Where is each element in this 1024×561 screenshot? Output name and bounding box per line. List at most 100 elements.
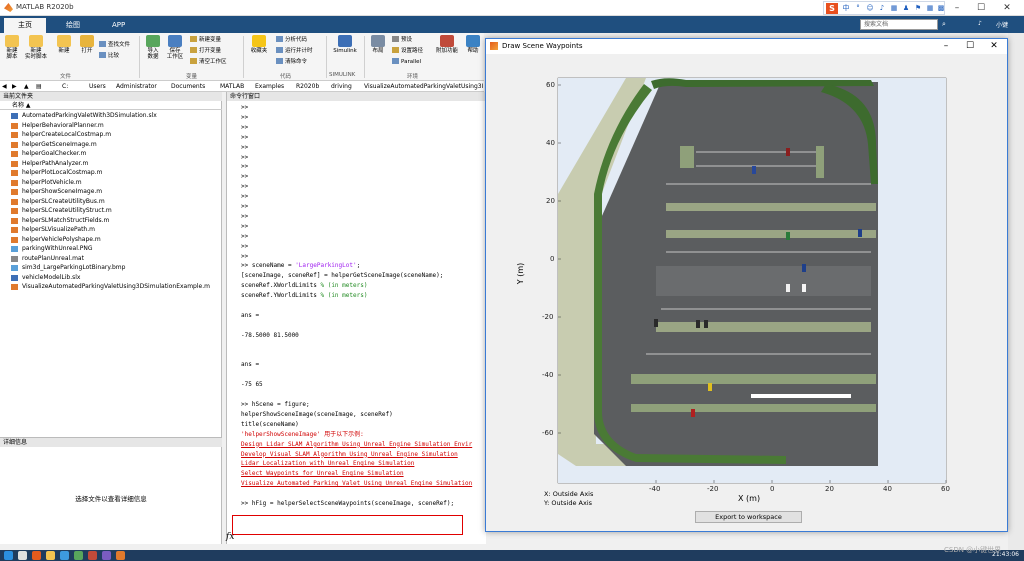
up-folder-icon[interactable]: ▲: [24, 81, 29, 92]
open-button[interactable]: 打开: [76, 35, 98, 54]
start-icon[interactable]: [4, 551, 13, 560]
ime-item[interactable]: 中: [841, 3, 851, 14]
breadcrumb-item[interactable]: Users: [89, 81, 106, 92]
file-list-item[interactable]: helperVehiclePolyshape.m: [0, 235, 222, 245]
ime-item[interactable]: ☺: [865, 3, 875, 14]
breadcrumb-item[interactable]: C:: [62, 81, 68, 92]
example-link[interactable]: Design Lidar SLAM Algorithm Using Unreal…: [241, 440, 472, 450]
set-path-button[interactable]: 设置路径: [392, 47, 423, 55]
parallel-dropdown[interactable]: Parallel: [392, 58, 421, 66]
clear-workspace-button[interactable]: 清空工作区: [190, 58, 227, 66]
app-icon[interactable]: [32, 551, 41, 560]
file-list-item[interactable]: helperGetSceneImage.m: [0, 140, 222, 150]
file-list-item[interactable]: vehicleModelLib.slx: [0, 273, 222, 283]
browse-folder-icon[interactable]: ▤: [36, 81, 42, 92]
app-icon[interactable]: [102, 551, 111, 560]
run-timing-button[interactable]: 运行并计时: [276, 47, 313, 55]
app-icon[interactable]: [88, 551, 97, 560]
tab-plots[interactable]: 绘图: [52, 18, 94, 33]
compare-button[interactable]: 比较: [99, 52, 119, 60]
export-to-workspace-button[interactable]: Export to workspace: [695, 511, 802, 523]
ime-item[interactable]: °: [853, 3, 863, 14]
search-icon[interactable]: ⌕: [942, 20, 946, 29]
save-workspace-button[interactable]: 保存 工作区: [164, 35, 186, 60]
tab-home[interactable]: 主页: [4, 18, 46, 33]
help-button[interactable]: 帮助: [463, 35, 483, 54]
bell-icon[interactable]: ♪: [978, 20, 982, 27]
ime-item[interactable]: ♟: [901, 3, 911, 14]
maximize-icon[interactable]: ☐: [958, 39, 982, 54]
file-list-item[interactable]: HelperPathAnalyzer.m: [0, 159, 222, 169]
file-list-item[interactable]: HelperBehavioralPlanner.m: [0, 121, 222, 131]
file-list-item[interactable]: VisualizeAutomatedParkingValetUsing3DSim…: [0, 282, 222, 292]
figure-window[interactable]: Draw Scene Waypoints – ☐ ✕ -40 -20 0 20 …: [485, 38, 1008, 532]
breadcrumb-item[interactable]: driving: [331, 81, 352, 92]
matlab-taskbar-icon[interactable]: [116, 551, 125, 560]
address-bar[interactable]: ◀ ▶ ▲ ▤ C: Users Administrator Documents…: [0, 81, 484, 92]
command-window[interactable]: 命令行窗口 >> >> >> >> >> >> >> >> >> >> >> >> >> >> >> >> >>…: [226, 92, 487, 544]
find-files-button[interactable]: 查找文件: [99, 41, 130, 49]
file-list-item[interactable]: helperSLMatchStructFields.m: [0, 216, 222, 226]
simulink-button[interactable]: Simulink: [331, 35, 359, 54]
app-icon[interactable]: [74, 551, 83, 560]
new-button[interactable]: 新建: [53, 35, 75, 54]
forward-icon[interactable]: ▶: [12, 81, 17, 92]
file-name: helperPlotLocalCostmap.m: [22, 169, 103, 176]
file-list-item[interactable]: sim3d_LargeParkingLotBinary.bmp: [0, 263, 222, 273]
browser-icon[interactable]: [60, 551, 69, 560]
open-variable-button[interactable]: 打开变量: [190, 47, 221, 55]
close-icon[interactable]: ✕: [982, 39, 1006, 54]
minimize-icon[interactable]: –: [934, 39, 958, 54]
file-list-item[interactable]: helperSLVisualizePath.m: [0, 225, 222, 235]
breadcrumb-item[interactable]: Administrator: [116, 81, 157, 92]
file-list-item[interactable]: parkingWithUnreal.PNG: [0, 244, 222, 254]
favorites-button[interactable]: 收藏夹: [248, 35, 270, 54]
tab-apps[interactable]: APP: [98, 18, 139, 33]
name-column-header[interactable]: 名称 ▲: [0, 101, 222, 110]
command-line: >>: [241, 143, 248, 153]
addons-button[interactable]: 附加功能: [434, 35, 460, 54]
file-list-item[interactable]: helperShowSceneImage.m: [0, 187, 222, 197]
breadcrumb-item[interactable]: MATLAB: [220, 81, 244, 92]
preferences-button[interactable]: 预设: [392, 36, 412, 44]
file-list-item[interactable]: helperPlotVehicle.m: [0, 178, 222, 188]
sogou-logo-icon[interactable]: S: [826, 3, 838, 14]
breadcrumb-item[interactable]: VisualizeAutomatedParkingValetUsing3I: [364, 81, 483, 92]
new-variable-button[interactable]: 新建变量: [190, 36, 221, 44]
file-list-item[interactable]: helperCreateLocalCostmap.m: [0, 130, 222, 140]
back-icon[interactable]: ◀: [2, 81, 7, 92]
new-live-script-button[interactable]: 新建 实时脚本: [25, 35, 47, 60]
ime-item[interactable]: ▩: [936, 3, 946, 14]
example-link[interactable]: Visualize Automated Parking Valet Using …: [241, 479, 472, 489]
clear-commands-button[interactable]: 清除命令: [276, 58, 307, 66]
new-script-button[interactable]: 新建 脚本: [1, 35, 23, 60]
scene-axes[interactable]: [486, 54, 1007, 504]
breadcrumb-item[interactable]: Documents: [171, 81, 205, 92]
search-docs-input[interactable]: 搜索文档: [860, 19, 938, 30]
file-list-item[interactable]: routePlanUnreal.mat: [0, 254, 222, 264]
analyze-code-button[interactable]: 分析代码: [276, 36, 307, 44]
breadcrumb-item[interactable]: R2020b: [296, 81, 319, 92]
folder-icon[interactable]: [46, 551, 55, 560]
layout-button[interactable]: 布局: [367, 35, 389, 54]
import-data-button[interactable]: 导入 数据: [142, 35, 164, 60]
maximize-icon[interactable]: ☐: [970, 0, 992, 16]
search-icon[interactable]: [18, 551, 27, 560]
file-list-item[interactable]: AutomatedParkingValetWith3DSimulation.sl…: [0, 111, 222, 121]
ime-item[interactable]: ♪: [877, 3, 887, 14]
user-name[interactable]: 小键: [996, 20, 1008, 29]
file-list-item[interactable]: helperSLCreateUtilityStruct.m: [0, 206, 222, 216]
ime-item[interactable]: ⚑: [913, 3, 923, 14]
file-list-item[interactable]: helperPlotLocalCostmap.m: [0, 168, 222, 178]
ime-item[interactable]: ▦: [889, 3, 899, 14]
example-link[interactable]: Lidar Localization with Unreal Engine Si…: [241, 459, 414, 469]
breadcrumb-item[interactable]: Examples: [255, 81, 284, 92]
close-icon[interactable]: ✕: [996, 0, 1018, 16]
example-link[interactable]: Select Waypoints for Unreal Engine Simul…: [241, 469, 404, 479]
example-link[interactable]: Develop Visual SLAM Algorithm Using Unre…: [241, 450, 458, 460]
find-files-icon: [99, 41, 106, 47]
file-list-item[interactable]: helperSLCreateUtilityBus.m: [0, 197, 222, 207]
file-list-item[interactable]: helperGoalChecker.m: [0, 149, 222, 159]
minimize-icon[interactable]: –: [946, 0, 968, 16]
ime-item[interactable]: ▦: [925, 3, 935, 14]
